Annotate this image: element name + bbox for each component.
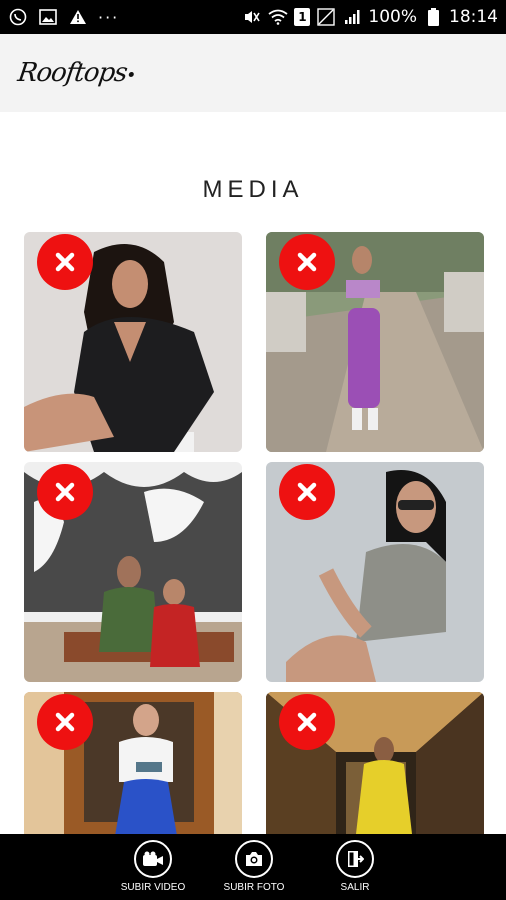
delete-button[interactable] <box>37 694 93 750</box>
delete-button[interactable] <box>37 234 93 290</box>
gallery-icon <box>38 7 58 27</box>
delete-button[interactable] <box>37 464 93 520</box>
media-card-2[interactable] <box>266 232 484 452</box>
media-card-6[interactable] <box>266 692 484 834</box>
close-icon <box>297 252 317 272</box>
exit-button[interactable]: SALIR <box>300 840 410 893</box>
no-signal-icon <box>316 7 336 27</box>
upload-photo-label: SUBIR FOTO <box>223 882 285 893</box>
delete-button[interactable] <box>279 694 335 750</box>
more-notifications-icon: ··· <box>98 7 120 27</box>
wifi-icon <box>268 7 288 27</box>
page-title: MEDIA <box>202 176 304 203</box>
clock: 18:14 <box>449 7 498 27</box>
close-icon <box>55 712 75 732</box>
battery-percent: 100% <box>368 7 417 27</box>
logo-dot <box>128 71 134 77</box>
whatsapp-icon <box>8 7 28 27</box>
mute-icon <box>242 7 262 27</box>
exit-door-icon <box>336 840 374 878</box>
close-icon <box>297 482 317 502</box>
rooftops-logo[interactable]: Rooftops <box>16 58 136 88</box>
sim-badge-icon: 1 <box>294 8 311 26</box>
close-icon <box>55 482 75 502</box>
delete-button[interactable] <box>279 464 335 520</box>
signal-icon <box>342 7 362 27</box>
battery-icon <box>423 7 443 27</box>
media-card-3[interactable] <box>24 462 242 682</box>
exit-label: SALIR <box>340 882 370 893</box>
upload-video-button[interactable]: SUBIR VIDEO <box>98 840 208 893</box>
media-grid <box>24 232 484 834</box>
logo-text: Rooftops <box>15 58 129 88</box>
media-card-4[interactable] <box>266 462 484 682</box>
media-card-5[interactable] <box>24 692 242 834</box>
close-icon <box>55 252 75 272</box>
media-card-1[interactable] <box>24 232 242 452</box>
upload-video-label: SUBIR VIDEO <box>120 882 186 893</box>
delete-button[interactable] <box>279 234 335 290</box>
warning-icon <box>68 7 88 27</box>
close-icon <box>297 712 317 732</box>
upload-photo-button[interactable]: SUBIR FOTO <box>199 840 309 893</box>
status-bar: ··· 1 100% 18:14 <box>0 0 506 34</box>
camera-icon <box>235 840 273 878</box>
app-header: Rooftops <box>0 34 506 112</box>
video-camera-icon <box>134 840 172 878</box>
sim-badge-text: 1 <box>298 10 307 24</box>
bottom-action-bar: SUBIR VIDEO SUBIR FOTO SALIR <box>0 834 506 900</box>
